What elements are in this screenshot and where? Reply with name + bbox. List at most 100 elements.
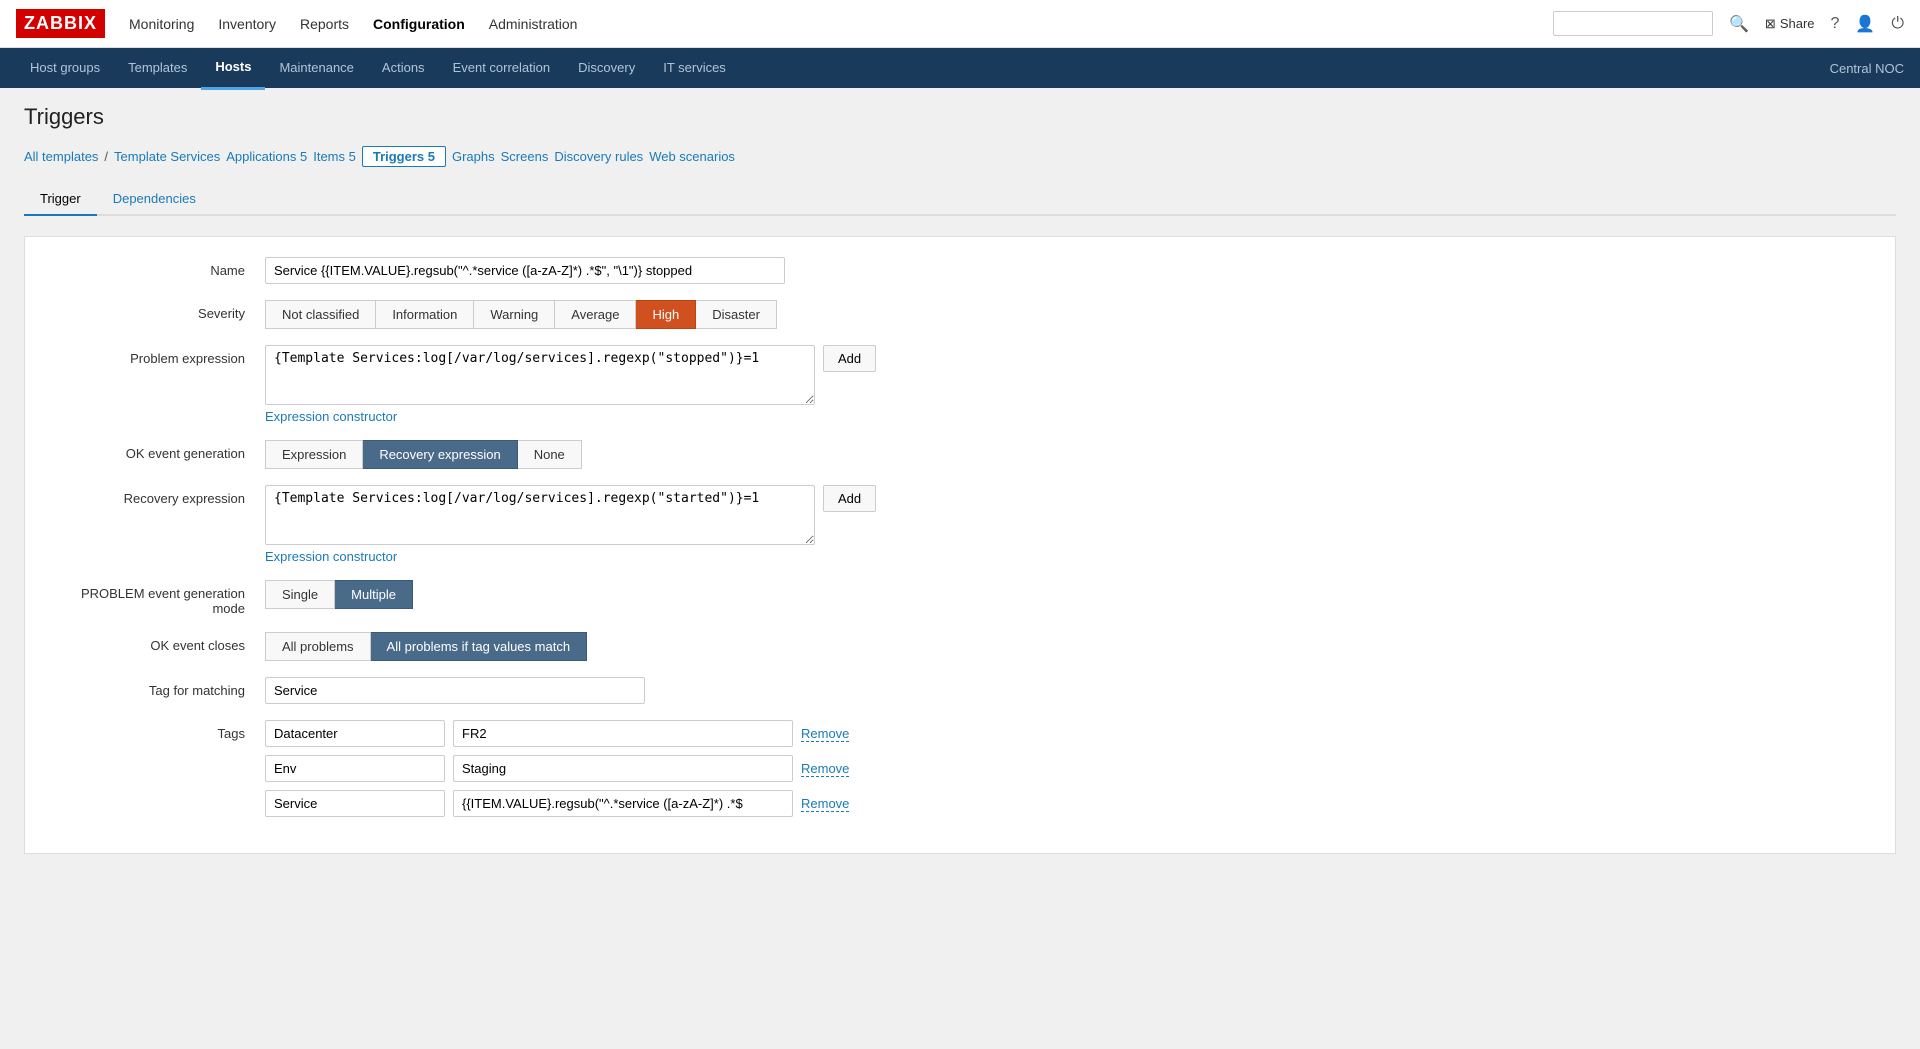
subnav-maintenance[interactable]: Maintenance: [265, 48, 367, 88]
subnav-right-label: Central NOC: [1830, 61, 1904, 76]
problem-event-mode-group: Single Multiple: [265, 580, 1875, 609]
severity-disaster[interactable]: Disaster: [696, 300, 777, 329]
page-container: Triggers All templates / Template Servic…: [0, 88, 1920, 870]
tag-value-staging[interactable]: [453, 755, 793, 782]
recovery-expression-constructor-link[interactable]: Expression constructor: [265, 549, 1875, 564]
nav-monitoring[interactable]: Monitoring: [129, 16, 194, 32]
severity-information[interactable]: Information: [376, 300, 474, 329]
ok-event-closes-label: OK event closes: [45, 632, 265, 653]
problem-expression-label: Problem expression: [45, 345, 265, 366]
tag-row-service: Remove: [265, 790, 1875, 817]
severity-label: Severity: [45, 300, 265, 321]
severity-field: Not classified Information Warning Avera…: [265, 300, 1875, 329]
nav-inventory[interactable]: Inventory: [218, 16, 276, 32]
recovery-expression-textarea[interactable]: [265, 485, 815, 545]
subnav-templates[interactable]: Templates: [114, 48, 201, 88]
page-title: Triggers: [24, 104, 1896, 130]
user-icon[interactable]: 👤: [1855, 14, 1875, 34]
breadcrumb-discovery-rules[interactable]: Discovery rules: [554, 149, 643, 164]
problem-event-multiple-btn[interactable]: Multiple: [335, 580, 413, 609]
breadcrumb-template-services[interactable]: Template Services: [114, 149, 220, 164]
name-label: Name: [45, 257, 265, 278]
problem-expr-area: Add: [265, 345, 1875, 405]
subnav-hosts[interactable]: Hosts: [201, 47, 265, 90]
subnav-actions[interactable]: Actions: [368, 48, 439, 88]
recovery-expression-label: Recovery expression: [45, 485, 265, 506]
top-nav-links: Monitoring Inventory Reports Configurati…: [129, 16, 1553, 32]
tags-field: Remove Remove Remove: [265, 720, 1875, 817]
tag-matching-row: Tag for matching: [25, 677, 1895, 704]
severity-warning[interactable]: Warning: [474, 300, 555, 329]
tag-row-datacenter: Remove: [265, 720, 1875, 747]
nav-administration[interactable]: Administration: [489, 16, 578, 32]
severity-high[interactable]: High: [636, 300, 696, 329]
name-input[interactable]: [265, 257, 785, 284]
top-nav-right: 🔍 ⊠ Share ? 👤 ⏻: [1553, 11, 1904, 36]
ok-event-all-problems-btn[interactable]: All problems: [265, 632, 371, 661]
ok-event-recovery-btn[interactable]: Recovery expression: [363, 440, 517, 469]
ok-event-tag-match-btn[interactable]: All problems if tag values match: [371, 632, 588, 661]
breadcrumb-web-scenarios[interactable]: Web scenarios: [649, 149, 735, 164]
breadcrumb: All templates / Template Services Applic…: [24, 146, 1896, 167]
tag-matching-input[interactable]: [265, 677, 645, 704]
remove-env-button[interactable]: Remove: [801, 761, 849, 777]
problem-event-single-btn[interactable]: Single: [265, 580, 335, 609]
breadcrumb-applications[interactable]: Applications 5: [226, 149, 307, 164]
subnav-it-services[interactable]: IT services: [649, 48, 740, 88]
problem-expression-textarea[interactable]: [265, 345, 815, 405]
form-tabs: Trigger Dependencies: [24, 183, 1896, 216]
tab-dependencies[interactable]: Dependencies: [97, 183, 212, 214]
sub-navigation: Host groups Templates Hosts Maintenance …: [0, 48, 1920, 88]
severity-average[interactable]: Average: [555, 300, 636, 329]
power-icon[interactable]: ⏻: [1891, 15, 1904, 33]
breadcrumb-screens[interactable]: Screens: [501, 149, 549, 164]
nav-configuration[interactable]: Configuration: [373, 16, 465, 32]
tags-label: Tags: [45, 720, 265, 741]
remove-service-button[interactable]: Remove: [801, 796, 849, 812]
tags-row: Tags Remove Remove: [25, 720, 1895, 817]
tag-name-env[interactable]: [265, 755, 445, 782]
recovery-expr-area: Add: [265, 485, 1875, 545]
severity-group: Not classified Information Warning Avera…: [265, 300, 1875, 329]
tag-name-datacenter[interactable]: [265, 720, 445, 747]
ok-event-generation-field: Expression Recovery expression None: [265, 440, 1875, 469]
tag-value-service-expr[interactable]: [453, 790, 793, 817]
breadcrumb-separator: /: [104, 149, 108, 164]
problem-expression-row: Problem expression Add Expression constr…: [25, 345, 1895, 424]
ok-event-expression-btn[interactable]: Expression: [265, 440, 363, 469]
tag-value-fr2[interactable]: [453, 720, 793, 747]
search-input[interactable]: [1553, 11, 1713, 36]
help-icon[interactable]: ?: [1831, 15, 1840, 33]
ok-event-generation-row: OK event generation Expression Recovery …: [25, 440, 1895, 469]
nav-reports[interactable]: Reports: [300, 16, 349, 32]
tab-trigger[interactable]: Trigger: [24, 183, 97, 216]
zabbix-logo: ZABBIX: [16, 9, 105, 38]
problem-expression-add-button[interactable]: Add: [823, 345, 876, 372]
ok-event-none-btn[interactable]: None: [518, 440, 582, 469]
breadcrumb-graphs[interactable]: Graphs: [452, 149, 495, 164]
ok-event-generation-label: OK event generation: [45, 440, 265, 461]
name-field: [265, 257, 1875, 284]
recovery-expression-add-button[interactable]: Add: [823, 485, 876, 512]
remove-datacenter-button[interactable]: Remove: [801, 726, 849, 742]
problem-event-mode-label: PROBLEM event generation mode: [45, 580, 265, 616]
tag-name-service[interactable]: [265, 790, 445, 817]
severity-row: Severity Not classified Information Warn…: [25, 300, 1895, 329]
problem-expression-constructor-link[interactable]: Expression constructor: [265, 409, 1875, 424]
subnav-hostgroups[interactable]: Host groups: [16, 48, 114, 88]
subnav-event-correlation[interactable]: Event correlation: [439, 48, 565, 88]
severity-not-classified[interactable]: Not classified: [265, 300, 376, 329]
breadcrumb-triggers[interactable]: Triggers 5: [362, 146, 446, 167]
search-icon[interactable]: 🔍: [1729, 14, 1749, 34]
breadcrumb-items[interactable]: Items 5: [313, 149, 356, 164]
problem-event-mode-row: PROBLEM event generation mode Single Mul…: [25, 580, 1895, 616]
subnav-discovery[interactable]: Discovery: [564, 48, 649, 88]
ok-event-toggle-group: Expression Recovery expression None: [265, 440, 1875, 469]
recovery-expression-field: Add Expression constructor: [265, 485, 1875, 564]
problem-event-mode-field: Single Multiple: [265, 580, 1875, 609]
share-button[interactable]: ⊠ Share: [1765, 16, 1815, 32]
tag-matching-field: [265, 677, 1875, 704]
breadcrumb-all-templates[interactable]: All templates: [24, 149, 98, 164]
trigger-form: Name Severity Not classified Information…: [24, 236, 1896, 854]
tags-table: Remove Remove Remove: [265, 720, 1875, 817]
